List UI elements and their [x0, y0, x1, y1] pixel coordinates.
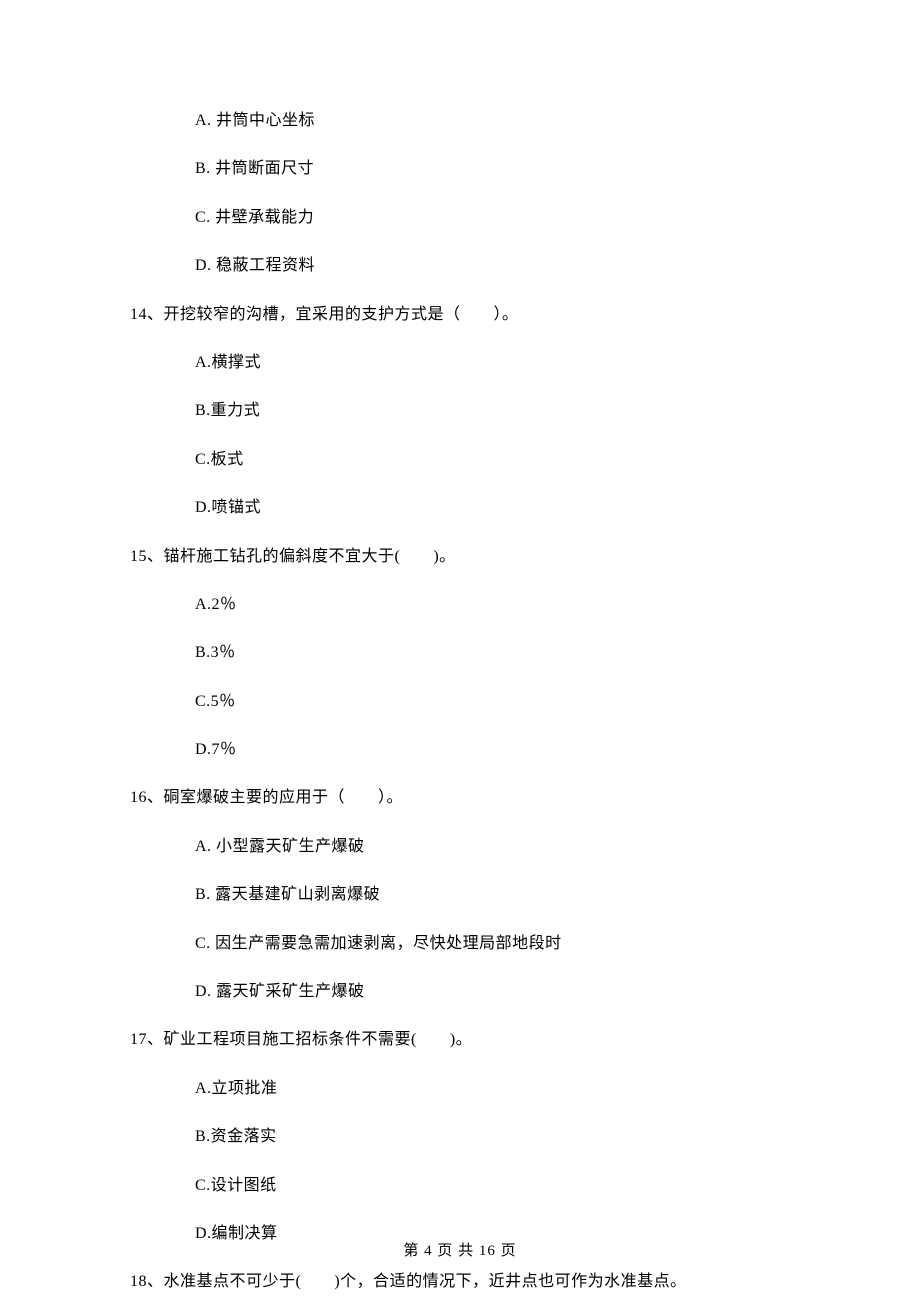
question-17: 17、矿业工程项目施工招标条件不需要( )。: [0, 1029, 920, 1051]
question-text: 开挖较窄的沟槽，宜采用的支护方式是（ ）。: [164, 306, 519, 323]
question-15-option: D.7％: [0, 739, 920, 761]
question-16-option: D. 露天矿采矿生产爆破: [0, 981, 920, 1003]
question-number: 14、: [130, 306, 164, 323]
question-text: 硐室爆破主要的应用于（ ）。: [164, 789, 404, 806]
question-18: 18、水准基点不可少于( )个，合适的情况下，近井点也可作为水准基点。: [0, 1271, 920, 1293]
question-14-option: D.喷锚式: [0, 497, 920, 519]
question-16: 16、硐室爆破主要的应用于（ ）。: [0, 787, 920, 809]
question-14-option: A.横撑式: [0, 352, 920, 374]
question-number: 15、: [130, 548, 164, 565]
pre-option: C. 井壁承载能力: [0, 207, 920, 229]
question-14-option: C.板式: [0, 449, 920, 471]
question-number: 16、: [130, 789, 164, 806]
question-text: 水准基点不可少于( )个，合适的情况下，近井点也可作为水准基点。: [164, 1273, 687, 1290]
question-number: 17、: [130, 1031, 164, 1048]
question-15-option: A.2％: [0, 594, 920, 616]
question-text: 锚杆施工钻孔的偏斜度不宜大于( )。: [164, 548, 456, 565]
pre-option: D. 稳蔽工程资料: [0, 255, 920, 277]
question-16-option: C. 因生产需要急需加速剥离，尽快处理局部地段时: [0, 933, 920, 955]
page-footer: 第 4 页 共 16 页: [0, 1239, 920, 1260]
question-17-option: C.设计图纸: [0, 1175, 920, 1197]
question-text: 矿业工程项目施工招标条件不需要( )。: [164, 1031, 473, 1048]
question-number: 18、: [130, 1273, 164, 1290]
question-15-option: C.5％: [0, 691, 920, 713]
question-15-option: B.3％: [0, 642, 920, 664]
question-17-option: B.资金落实: [0, 1126, 920, 1148]
pre-option: B. 井筒断面尺寸: [0, 158, 920, 180]
question-16-option: A. 小型露天矿生产爆破: [0, 836, 920, 858]
question-17-option: A.立项批准: [0, 1078, 920, 1100]
question-14-option: B.重力式: [0, 400, 920, 422]
document-page: A. 井筒中心坐标 B. 井筒断面尺寸 C. 井壁承载能力 D. 稳蔽工程资料 …: [0, 0, 920, 1294]
question-14: 14、开挖较窄的沟槽，宜采用的支护方式是（ ）。: [0, 304, 920, 326]
question-15: 15、锚杆施工钻孔的偏斜度不宜大于( )。: [0, 546, 920, 568]
pre-option: A. 井筒中心坐标: [0, 110, 920, 132]
question-16-option: B. 露天基建矿山剥离爆破: [0, 884, 920, 906]
